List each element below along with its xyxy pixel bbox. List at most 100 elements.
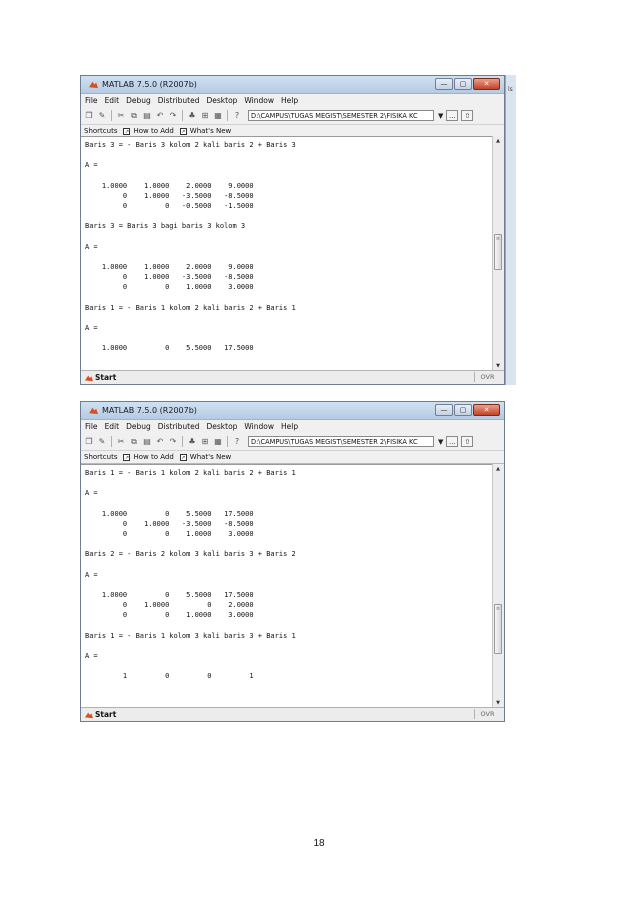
whats-new-label: What's New [189, 127, 232, 135]
toolbar-separator [111, 110, 112, 121]
close-button[interactable]: ✕ [473, 404, 500, 416]
shortcuts-bar: Shortcuts ↗ How to Add ↗ What's New [81, 451, 504, 464]
simulink-icon[interactable]: ♣ [187, 111, 197, 121]
matlab-window-1: MATLAB 7.5.0 (R2007b) — ▢ ✕ File Edit De… [80, 75, 505, 385]
whats-new-label: What's New [189, 453, 232, 461]
window-title: MATLAB 7.5.0 (R2007b) [102, 80, 197, 89]
toolbar-separator [182, 110, 183, 121]
cut-icon[interactable]: ✂ [116, 111, 126, 121]
ovr-indicator: OVR [474, 709, 500, 719]
status-bar: Start OVR [81, 370, 504, 384]
new-file-icon[interactable]: ❐ [84, 111, 94, 121]
menu-distributed[interactable]: Distributed [158, 96, 200, 105]
how-to-add-link[interactable]: ↗ How to Add [123, 453, 174, 461]
matlab-logo-icon [85, 712, 93, 718]
start-label: Start [95, 373, 117, 382]
redo-icon[interactable]: ↷ [168, 437, 178, 447]
start-button[interactable]: Start [81, 373, 116, 382]
menu-window[interactable]: Window [244, 96, 274, 105]
folder-up-icon[interactable]: ⇧ [461, 110, 474, 121]
shortcut-icon: ↗ [179, 127, 187, 135]
how-to-add-label: How to Add [133, 453, 174, 461]
maximize-button[interactable]: ▢ [454, 404, 472, 416]
menu-distributed[interactable]: Distributed [158, 422, 200, 431]
matlab-logo-icon [89, 407, 98, 415]
minimize-button[interactable]: — [435, 404, 453, 416]
console-output: Baris 1 = - Baris 1 kolom 2 kali baris 2… [85, 469, 296, 681]
folder-up-icon[interactable]: ⇧ [461, 436, 474, 447]
start-label: Start [95, 710, 117, 719]
title-bar: MATLAB 7.5.0 (R2007b) — ▢ ✕ [81, 402, 504, 420]
chevron-down-icon[interactable]: ▼ [438, 438, 443, 446]
scroll-thumb[interactable]: ≡ [494, 234, 502, 270]
vertical-scrollbar[interactable]: ▲ ≡ ▼ [492, 136, 504, 371]
browse-button[interactable]: ... [446, 436, 459, 447]
paste-icon[interactable]: ▤ [142, 111, 152, 121]
menu-desktop[interactable]: Desktop [206, 422, 237, 431]
help-icon[interactable]: ? [232, 111, 242, 121]
menu-help[interactable]: Help [281, 422, 298, 431]
menu-edit[interactable]: Edit [105, 422, 120, 431]
browse-button[interactable]: ... [446, 110, 459, 121]
toolbar-separator [227, 436, 228, 447]
whats-new-link[interactable]: ↗ What's New [179, 127, 232, 135]
maximize-button[interactable]: ▢ [454, 78, 472, 90]
paste-icon[interactable]: ▤ [142, 437, 152, 447]
menu-desktop[interactable]: Desktop [206, 96, 237, 105]
menu-window[interactable]: Window [244, 422, 274, 431]
page-number: 18 [313, 838, 325, 849]
start-button[interactable]: Start [81, 710, 116, 719]
copy-icon[interactable]: ⧉ [129, 111, 139, 121]
shortcut-icon: ↗ [123, 127, 131, 135]
current-directory-field[interactable]: D:\CAMPUS\TUGAS MEGIST\SEMESTER 2\FISIKA… [248, 436, 434, 447]
undo-icon[interactable]: ↶ [155, 111, 165, 121]
menu-file[interactable]: File [85, 422, 98, 431]
status-bar: Start OVR [81, 707, 504, 721]
console-output: Baris 3 = - Baris 3 kolom 2 kali baris 2… [85, 141, 296, 353]
current-directory-field[interactable]: D:\CAMPUS\TUGAS MEGIST\SEMESTER 2\FISIKA… [248, 110, 434, 121]
shortcut-icon: ↗ [123, 453, 131, 461]
guide-icon[interactable]: ⊞ [200, 111, 210, 121]
open-folder-icon[interactable]: ✎ [97, 111, 107, 121]
vertical-scrollbar[interactable]: ▲ ≡ ▼ [492, 464, 504, 708]
profiler-icon[interactable]: ▦ [213, 111, 223, 121]
scroll-up-icon[interactable]: ▲ [493, 136, 503, 146]
ovr-indicator: OVR [474, 372, 500, 382]
menu-file[interactable]: File [85, 96, 98, 105]
redo-icon[interactable]: ↷ [168, 111, 178, 121]
chevron-down-icon[interactable]: ▼ [438, 112, 443, 120]
close-button[interactable]: ✕ [473, 78, 500, 90]
toolbar-separator [111, 436, 112, 447]
title-bar: MATLAB 7.5.0 (R2007b) — ▢ ✕ [81, 76, 504, 94]
toolbar: ❐ ✎ ✂ ⧉ ▤ ↶ ↷ ♣ ⊞ ▦ ? D:\CAMPUS\TUGAS ME… [81, 107, 504, 125]
whats-new-link[interactable]: ↗ What's New [179, 453, 232, 461]
menu-help[interactable]: Help [281, 96, 298, 105]
copy-icon[interactable]: ⧉ [129, 437, 139, 447]
guide-icon[interactable]: ⊞ [200, 437, 210, 447]
menu-debug[interactable]: Debug [126, 422, 151, 431]
how-to-add-label: How to Add [133, 127, 174, 135]
menu-debug[interactable]: Debug [126, 96, 151, 105]
background-window-edge [505, 75, 516, 385]
help-icon[interactable]: ? [232, 437, 242, 447]
profiler-icon[interactable]: ▦ [213, 437, 223, 447]
cut-icon[interactable]: ✂ [116, 437, 126, 447]
open-folder-icon[interactable]: ✎ [97, 437, 107, 447]
minimize-button[interactable]: — [435, 78, 453, 90]
background-window-text: ls [508, 86, 513, 93]
undo-icon[interactable]: ↶ [155, 437, 165, 447]
shortcut-icon: ↗ [179, 453, 187, 461]
command-window[interactable]: Baris 1 = - Baris 1 kolom 2 kali baris 2… [81, 464, 493, 708]
matlab-logo-icon [89, 81, 98, 89]
scroll-up-icon[interactable]: ▲ [493, 464, 503, 474]
new-file-icon[interactable]: ❐ [84, 437, 94, 447]
toolbar-separator [227, 110, 228, 121]
scroll-thumb[interactable]: ≡ [494, 604, 502, 654]
menu-bar: File Edit Debug Distributed Desktop Wind… [81, 94, 504, 107]
menu-bar: File Edit Debug Distributed Desktop Wind… [81, 420, 504, 433]
simulink-icon[interactable]: ♣ [187, 437, 197, 447]
command-window[interactable]: Baris 3 = - Baris 3 kolom 2 kali baris 2… [81, 136, 493, 371]
menu-edit[interactable]: Edit [105, 96, 120, 105]
shortcuts-label: Shortcuts [84, 127, 118, 135]
how-to-add-link[interactable]: ↗ How to Add [123, 127, 174, 135]
